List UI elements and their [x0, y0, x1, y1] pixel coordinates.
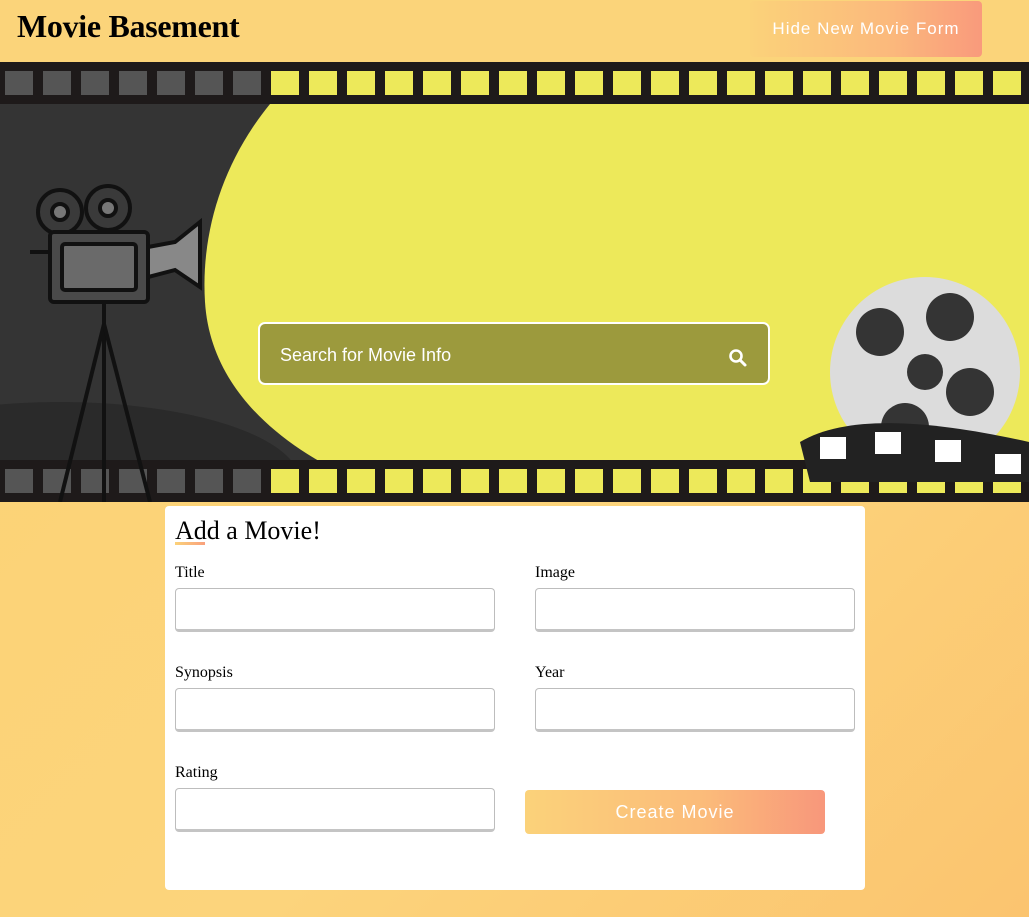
- year-label: Year: [535, 664, 565, 681]
- site-title: Movie Basement: [17, 8, 240, 44]
- synopsis-label: Synopsis: [175, 664, 233, 681]
- synopsis-field[interactable]: [175, 688, 495, 732]
- title-label: Title: [175, 564, 205, 581]
- add-movie-form: Add a Movie! Title Image Synopsis Year R…: [165, 506, 865, 890]
- hero-banner: [0, 62, 1029, 502]
- title-field[interactable]: [175, 588, 495, 632]
- title-underline: [175, 542, 205, 545]
- hide-new-movie-form-button[interactable]: Hide New Movie Form: [750, 1, 982, 57]
- search-icon[interactable]: [728, 348, 748, 368]
- rating-label: Rating: [175, 764, 218, 781]
- year-field[interactable]: [535, 688, 855, 732]
- rating-field[interactable]: [175, 788, 495, 832]
- top-header: Movie Basement Hide New Movie Form: [0, 0, 1029, 62]
- search-bar: [258, 322, 770, 385]
- image-field[interactable]: [535, 588, 855, 632]
- create-movie-button[interactable]: Create Movie: [525, 790, 825, 834]
- film-illustration: [0, 62, 1029, 502]
- image-label: Image: [535, 564, 575, 581]
- search-input[interactable]: [280, 342, 700, 368]
